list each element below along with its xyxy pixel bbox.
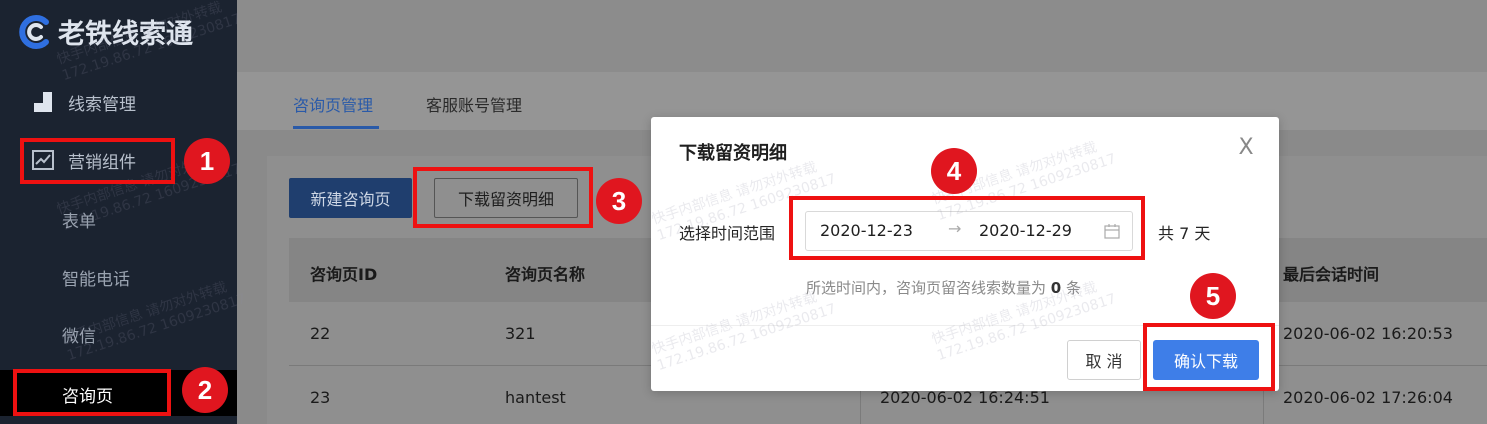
tab-consult-page-management[interactable]: 咨询页管理 [293,92,373,116]
annotation-badge-1: 1 [184,138,230,184]
app-logo[interactable]: 老铁线索通 [16,12,193,51]
cancel-button[interactable]: 取 消 [1067,340,1141,380]
top-header [237,0,1487,72]
table-cell-last-session: 2020-06-02 16:20:53 [1283,324,1453,343]
logo-icon [16,13,54,51]
document-icon [32,91,54,113]
lead-count-value: 0 [1050,279,1062,297]
new-consult-page-button[interactable]: 新建咨询页 [289,178,412,218]
sidebar-item-leads[interactable]: 线索管理 [0,82,237,122]
annotation-box-4 [789,196,1145,260]
sidebar-item-label: 线索管理 [68,94,136,115]
annotation-badge-4: 4 [931,148,977,194]
annotation-box-2 [13,369,171,416]
annotation-badge-2: 2 [182,367,228,413]
total-days-text: 共 7 天 [1158,224,1211,243]
table-header-cell: 最后会话时间 [1283,265,1380,284]
logo-text: 老铁线索通 [58,19,193,50]
annotation-badge-3: 3 [596,178,642,224]
sidebar-subitem-wechat[interactable]: 微信 [62,322,96,347]
sidebar: 老铁线索通 线索管理 营销组件 表单 智能电话 微信 咨询页 [0,0,237,424]
table-cell-id: 23 [310,388,331,407]
table-cell-id: 22 [310,324,331,343]
hint-suffix: 条 [1066,279,1082,297]
annotation-box-1 [20,138,175,184]
close-icon[interactable]: X [1235,137,1257,159]
hint-prefix: 所选时间内，咨询页留咨线索数量为 [806,279,1047,297]
active-tab-indicator [293,126,379,129]
modal-title: 下载留资明细 [679,143,787,164]
annotation-box-3 [413,167,593,228]
tab-service-account-management[interactable]: 客服账号管理 [426,92,522,116]
table-cell-last-session: 2020-06-02 17:26:04 [1283,388,1453,407]
table-header-cell: 咨询页ID [310,265,378,284]
table-header-cell: 咨询页名称 [505,265,586,284]
sidebar-subitem-smart-phone[interactable]: 智能电话 [62,265,130,290]
annotation-box-5 [1143,323,1275,391]
lead-count-hint: 所选时间内，咨询页留咨线索数量为 0 条 [806,277,1081,298]
table-cell-name: hantest [505,388,566,407]
date-range-label: 选择时间范围 [679,224,776,243]
table-cell-name: 321 [505,324,536,343]
annotation-badge-5: 5 [1190,273,1236,319]
sidebar-subitem-form[interactable]: 表单 [62,207,96,232]
